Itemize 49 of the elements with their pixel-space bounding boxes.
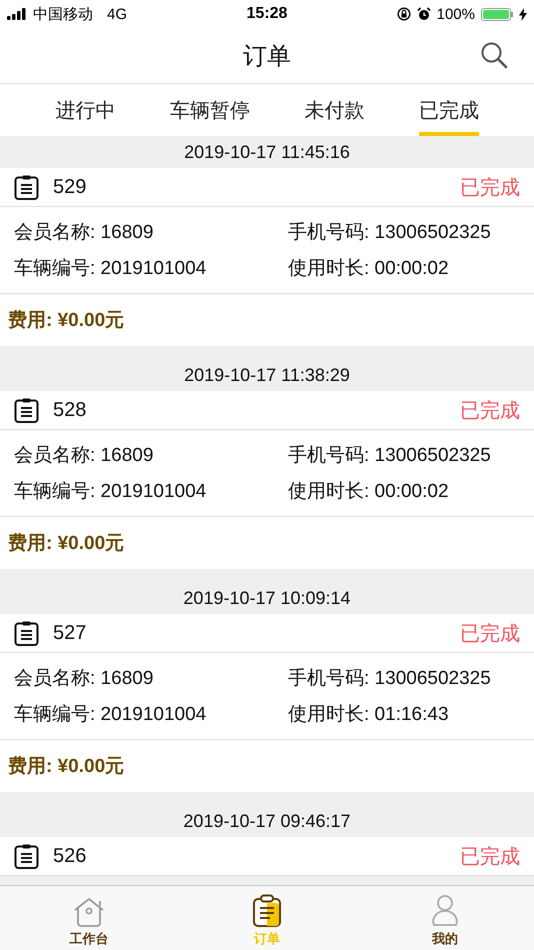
phone-number: 手机号码: 13006502325 <box>288 667 492 691</box>
usage-duration: 使用时长: 00:00:02 <box>288 480 450 504</box>
phone-number: 手机号码: 13006502325 <box>288 221 492 245</box>
order-number: 527 <box>53 622 86 644</box>
order-number: 528 <box>53 398 86 422</box>
member-name: 会员名称: 16809 <box>14 667 154 691</box>
member-name: 会员名称: 16809 <box>14 444 154 468</box>
phone-number: 手机号码: 13006502325 <box>288 444 492 468</box>
order-number: 529 <box>53 176 86 198</box>
alarm-icon <box>416 7 431 21</box>
tab-bar-item[interactable]: 工作台 <box>44 886 134 950</box>
clipboard-icon <box>14 398 39 422</box>
battery-percent: 100% <box>436 6 475 22</box>
network-type: 4G <box>107 6 128 22</box>
status-tab[interactable]: 进行中 <box>55 84 116 136</box>
order-date: 2019-10-17 11:38:29 <box>184 364 350 386</box>
order-fee: 费用: ¥0.00元 <box>8 309 124 333</box>
order-date: 2019-10-17 11:45:16 <box>184 142 350 162</box>
order-fee: 费用: ¥0.00元 <box>8 755 124 779</box>
vehicle-number: 车辆编号: 2019101004 <box>14 257 208 281</box>
order-date: 2019-10-17 09:46:17 <box>183 810 351 832</box>
carrier-name: 中国移动 <box>33 4 93 24</box>
usage-duration: 使用时长: 00:00:02 <box>288 257 450 281</box>
order-fee: 费用: ¥0.00元 <box>8 532 124 556</box>
rotation-lock-icon <box>396 7 411 21</box>
status-tab[interactable]: 未付款 <box>304 84 364 136</box>
usage-duration: 使用时长: 01:16:43 <box>288 703 450 727</box>
clipboard-icon <box>14 174 39 200</box>
order-status: 已完成 <box>460 398 520 424</box>
person-icon <box>430 894 460 928</box>
member-name: 会员名称: 16809 <box>14 221 154 245</box>
vehicle-number: 车辆编号: 2019101004 <box>14 703 208 727</box>
clock-time: 15:28 <box>246 5 288 23</box>
search-icon[interactable] <box>480 41 508 69</box>
clipboard-icon <box>14 844 39 868</box>
charging-icon <box>518 8 527 20</box>
order-status: 已完成 <box>460 622 520 646</box>
tab-bar-item[interactable]: 我的 <box>400 886 490 950</box>
page-title: 订单 <box>243 42 291 72</box>
clipboard-icon <box>252 894 282 928</box>
status-tab[interactable]: 车辆暂停 <box>170 84 250 136</box>
order-date: 2019-10-17 10:09:14 <box>183 588 351 608</box>
vehicle-number: 车辆编号: 2019101004 <box>14 480 208 504</box>
order-status: 已完成 <box>460 176 520 200</box>
battery-icon <box>480 8 513 20</box>
house-icon <box>73 896 105 928</box>
order-status: 已完成 <box>460 844 520 870</box>
clipboard-icon <box>14 620 39 646</box>
order-number: 526 <box>53 844 86 868</box>
